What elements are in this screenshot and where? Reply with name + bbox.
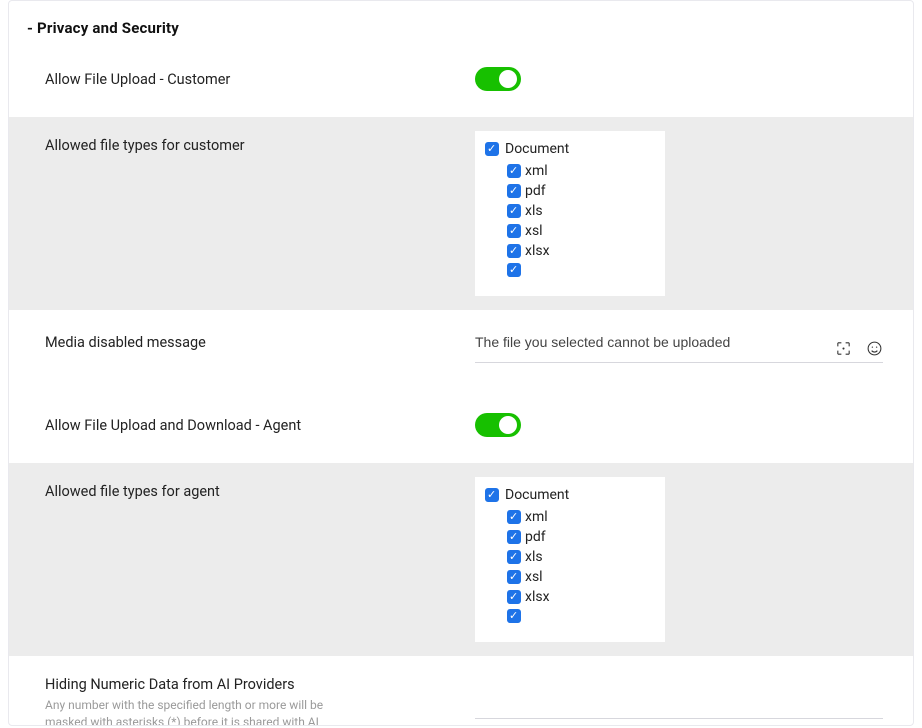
- label-agent-file-types: Allowed file types for agent: [45, 477, 455, 500]
- filetype-panel-agent[interactable]: Document xml pdf xls xsl xlsx: [475, 477, 665, 642]
- checkbox-customer-xlsx[interactable]: [507, 244, 521, 258]
- label-allow-upload-agent: Allow File Upload and Download - Agent: [45, 411, 455, 434]
- input-media-disabled-message[interactable]: [475, 328, 883, 363]
- row-customer-file-types: Allowed file types for customer Document…: [9, 117, 913, 310]
- row-media-disabled-message: Media disabled message: [9, 310, 913, 393]
- hint-hide-numeric: Any number with the specified length or …: [45, 697, 365, 726]
- filetype-item-label: pdf: [525, 183, 546, 199]
- toggle-knob: [499, 70, 517, 88]
- filetype-item-label: xls: [525, 203, 543, 219]
- checkbox-agent-document-group[interactable]: [485, 488, 499, 502]
- filetype-item-label: xml: [525, 163, 548, 179]
- filetype-item-label: xls: [525, 549, 543, 565]
- filetype-item-label: pdf: [525, 529, 546, 545]
- filetype-item-label: xlsx: [525, 589, 550, 605]
- filetype-group-label: Document: [505, 487, 569, 503]
- checkbox-customer-more[interactable]: [507, 263, 521, 277]
- section-title-privacy-security[interactable]: - Privacy and Security: [9, 1, 913, 47]
- filetype-item-label: xsl: [525, 223, 543, 239]
- row-agent-file-types: Allowed file types for agent Document xm…: [9, 463, 913, 656]
- row-allow-upload-customer: Allow File Upload - Customer: [9, 47, 913, 117]
- filetype-group-label: Document: [505, 141, 569, 157]
- settings-panel: - Privacy and Security Allow File Upload…: [8, 0, 914, 726]
- filetype-item-label: xlsx: [525, 243, 550, 259]
- checkbox-customer-xsl[interactable]: [507, 224, 521, 238]
- checkbox-agent-xsl[interactable]: [507, 570, 521, 584]
- filetype-item-label: xml: [525, 509, 548, 525]
- checkbox-customer-xml[interactable]: [507, 164, 521, 178]
- label-hide-numeric: Hiding Numeric Data from AI Providers: [45, 676, 455, 693]
- checkbox-agent-pdf[interactable]: [507, 530, 521, 544]
- input-hide-numeric-length[interactable]: [475, 690, 883, 719]
- filetype-panel-customer[interactable]: Document xml pdf xls xsl xlsx: [475, 131, 665, 296]
- filetype-item-label: xsl: [525, 569, 543, 585]
- checkbox-customer-xls[interactable]: [507, 204, 521, 218]
- label-allow-upload-customer: Allow File Upload - Customer: [45, 65, 455, 88]
- checkbox-agent-more[interactable]: [507, 609, 521, 623]
- checkbox-customer-document-group[interactable]: [485, 142, 499, 156]
- checkbox-agent-xml[interactable]: [507, 510, 521, 524]
- toggle-allow-upload-customer[interactable]: [475, 67, 521, 91]
- row-hide-numeric: Hiding Numeric Data from AI Providers An…: [9, 656, 913, 726]
- label-customer-file-types: Allowed file types for customer: [45, 131, 455, 154]
- toggle-allow-upload-agent[interactable]: [475, 413, 521, 437]
- checkbox-customer-pdf[interactable]: [507, 184, 521, 198]
- toggle-knob: [499, 416, 517, 434]
- emoji-icon[interactable]: [866, 340, 883, 361]
- expand-icon[interactable]: [835, 340, 852, 361]
- checkbox-agent-xlsx[interactable]: [507, 590, 521, 604]
- label-media-disabled: Media disabled message: [45, 328, 455, 351]
- row-allow-upload-agent: Allow File Upload and Download - Agent: [9, 393, 913, 463]
- checkbox-agent-xls[interactable]: [507, 550, 521, 564]
